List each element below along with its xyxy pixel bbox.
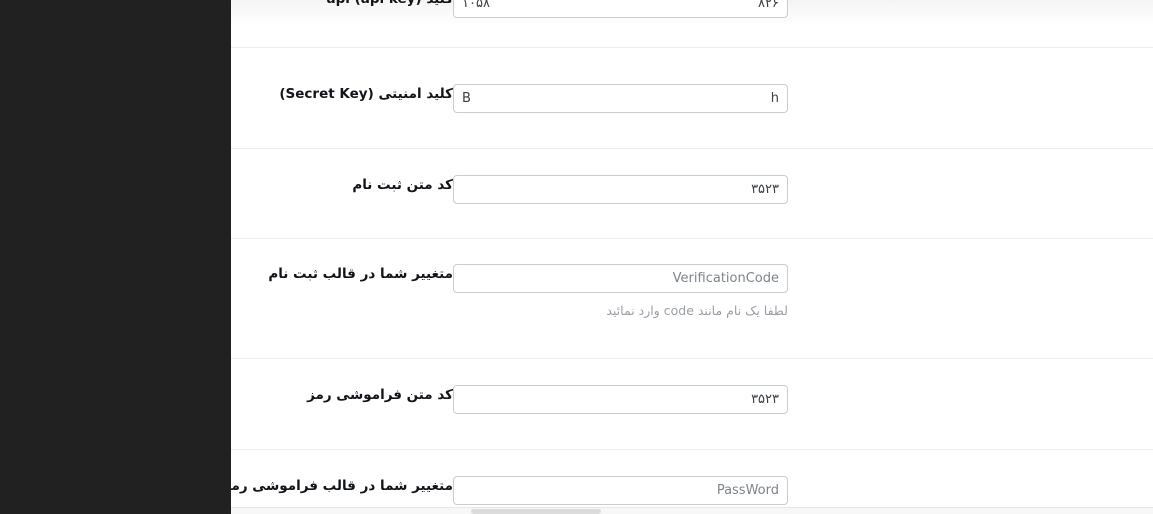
- secret-key-input[interactable]: h B: [453, 84, 788, 113]
- field-cell-signup-code: [453, 175, 1153, 204]
- app-frame: ۸۲۶ ۱۰۵۸ کلید api (api key) h B کلید امن…: [0, 0, 1153, 514]
- forgot-variable-input[interactable]: [453, 476, 788, 505]
- settings-form-scroll-area[interactable]: ۸۲۶ ۱۰۵۸ کلید api (api key) h B کلید امن…: [231, 0, 1153, 514]
- secret-key-value-suffix: B: [462, 91, 471, 106]
- label-cell-signup-code: کد متن ثبت نام: [231, 175, 453, 195]
- label-cell-secret-key: کلید امنیتی (Secret Key): [231, 84, 453, 104]
- form-row-secret-key: h B کلید امنیتی (Secret Key): [231, 48, 1153, 149]
- field-cell-secret-key: h B: [453, 84, 1153, 113]
- horizontal-scrollbar-thumb[interactable]: [471, 509, 601, 514]
- label-cell-forgot-variable: متغییر شما در قالب فراموشی رمز: [231, 476, 453, 496]
- form-row-signup-code: کد متن ثبت نام: [231, 149, 1153, 239]
- label-signup-variable: متغییر شما در قالب ثبت نام: [268, 266, 453, 282]
- label-cell-api-key: کلید api (api key): [231, 0, 454, 9]
- field-cell-forgot-code: [453, 385, 1153, 414]
- horizontal-scrollbar[interactable]: [231, 507, 1153, 514]
- field-cell-signup-variable: لطفا یک نام مانند code وارد نمائید: [453, 264, 1153, 321]
- form-row-forgot-code: کد متن فراموشی رمز: [231, 359, 1153, 450]
- signup-variable-helper-text: لطفا یک نام مانند code وارد نمائید: [606, 303, 788, 318]
- label-cell-forgot-code: کد متن فراموشی رمز: [231, 385, 453, 405]
- api-key-value-prefix: ۸۲۶: [758, 0, 779, 11]
- dark-side-panel: [0, 0, 231, 514]
- signup-variable-input[interactable]: [453, 264, 788, 293]
- label-cell-signup-variable: متغییر شما در قالب ثبت نام: [231, 264, 453, 284]
- form-row-forgot-variable: متغییر شما در قالب فراموشی رمز: [231, 450, 1153, 514]
- form-row-signup-variable: لطفا یک نام مانند code وارد نمائید متغیی…: [231, 239, 1153, 359]
- api-key-value-suffix: ۱۰۵۸: [462, 0, 490, 11]
- field-cell-forgot-variable: [453, 476, 1153, 505]
- api-key-redaction-block: [491, 0, 757, 10]
- label-forgot-variable: متغییر شما در قالب فراموشی رمز: [231, 478, 453, 494]
- forgot-code-input[interactable]: [453, 385, 788, 414]
- field-cell-api-key: ۸۲۶ ۱۰۵۸: [453, 0, 1153, 18]
- api-key-input[interactable]: ۸۲۶ ۱۰۵۸: [453, 0, 788, 18]
- signup-code-input[interactable]: [453, 175, 788, 204]
- secret-key-redaction-block: [472, 92, 769, 105]
- label-secret-key: کلید امنیتی (Secret Key): [279, 86, 453, 102]
- label-signup-code: کد متن ثبت نام: [352, 177, 453, 193]
- form-row-api-key: ۸۲۶ ۱۰۵۸ کلید api (api key): [231, 0, 1153, 48]
- secret-key-value-prefix: h: [770, 91, 779, 106]
- label-forgot-code: کد متن فراموشی رمز: [307, 387, 453, 403]
- label-api-key: کلید api (api key): [327, 0, 454, 9]
